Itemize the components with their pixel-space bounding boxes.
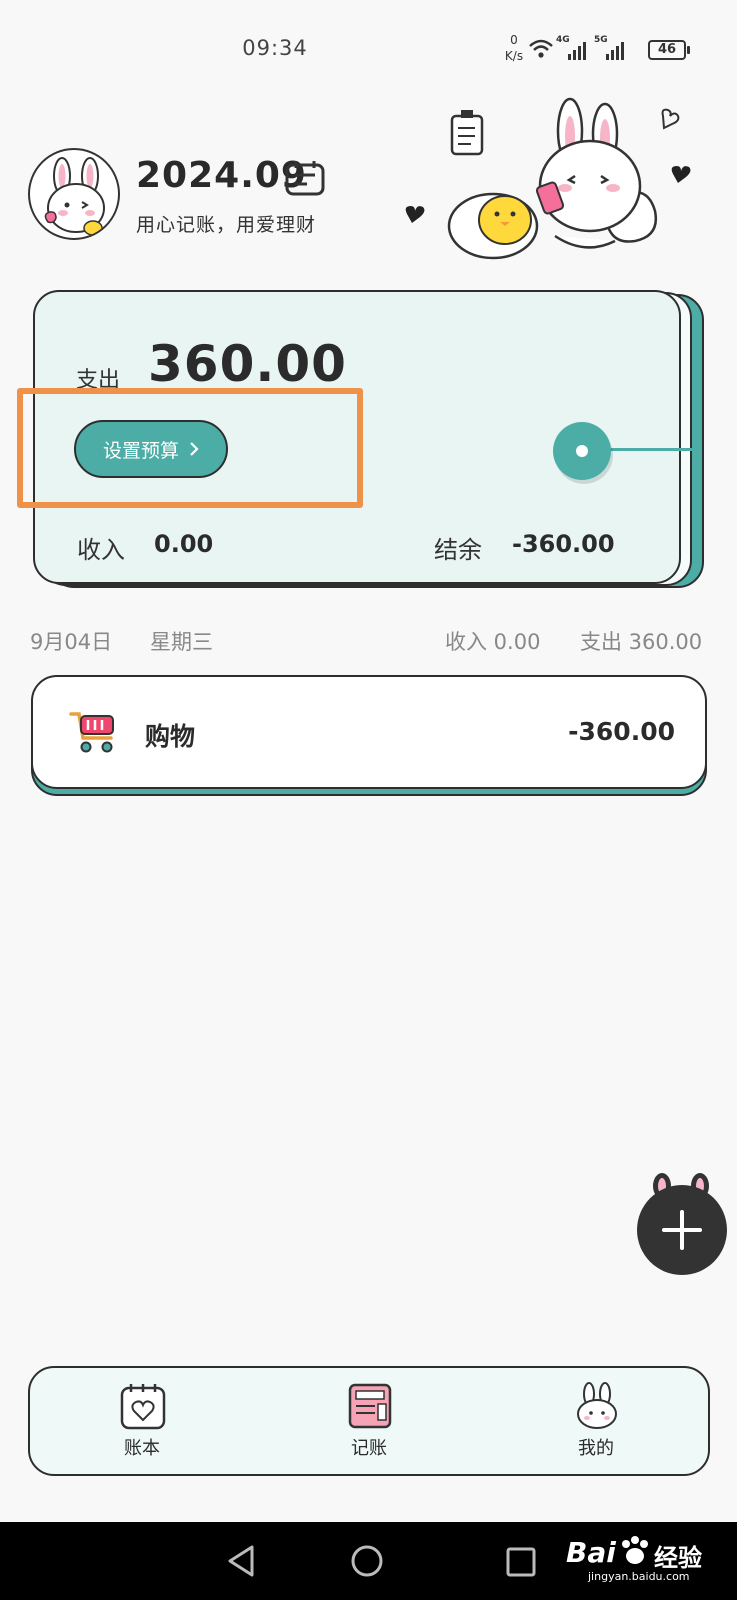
net-speed: 0 K/s <box>504 33 524 63</box>
highlight-box <box>17 388 363 508</box>
status-time: 09:34 <box>242 36 308 60</box>
status-icons: 0 K/s 4G 5G 46 <box>496 32 696 68</box>
expense-total: 360.00 <box>148 335 347 393</box>
back-icon[interactable] <box>226 1544 256 1578</box>
income-total: 0.00 <box>154 530 214 558</box>
shopping-cart-icon <box>69 712 114 753</box>
watermark-url: jingyan.baidu.com <box>588 1570 690 1583</box>
record-amount: -360.00 <box>568 717 675 746</box>
signal-icon <box>568 42 586 60</box>
avatar[interactable] <box>28 148 120 240</box>
nav-item-mine[interactable]: 我的 <box>536 1382 656 1466</box>
day-header: 9月04日 星期三 收入 0.00 支出 360.00 <box>30 626 708 656</box>
income-label: 收入 <box>77 536 125 564</box>
calendar-icon[interactable] <box>285 160 325 196</box>
bottom-nav: 账本 记账 我的 <box>28 1366 710 1476</box>
battery-indicator: 46 <box>648 40 690 60</box>
watermark-brand: Bai <box>566 1536 616 1569</box>
bunny-face-icon <box>577 1382 617 1429</box>
card-ribbon <box>610 448 700 451</box>
home-icon[interactable] <box>350 1544 384 1578</box>
calendar-heart-icon <box>120 1384 166 1430</box>
slogan: 用心记账，用爱理财 <box>136 214 317 236</box>
add-record-button[interactable] <box>636 1172 728 1276</box>
record-item[interactable]: 购物 -360.00 <box>31 675 707 789</box>
month-title[interactable]: 2024.09 <box>136 155 307 196</box>
nav-label: 账本 <box>124 1438 160 1459</box>
watermark-label: 经验 <box>654 1544 702 1572</box>
bunny-illustration-icon <box>405 97 691 260</box>
record-category: 购物 <box>145 722 196 751</box>
nav-item-record[interactable]: 记账 <box>309 1382 429 1466</box>
bunny-avatar-icon <box>44 157 105 236</box>
nav-label: 记账 <box>351 1438 387 1459</box>
notebook-icon <box>348 1383 392 1429</box>
paw-icon <box>622 1536 648 1564</box>
balance-total: -360.00 <box>512 530 615 558</box>
nav-item-ledger[interactable]: 账本 <box>82 1382 202 1466</box>
wifi-icon <box>529 39 553 58</box>
recents-icon[interactable] <box>505 1546 537 1578</box>
day-expense: 支出 360.00 <box>580 630 703 654</box>
day-weekday: 星期三 <box>150 630 213 654</box>
balance-label: 结余 <box>434 536 482 564</box>
baidu-watermark: Bai 经验 jingyan.baidu.com <box>566 1532 736 1583</box>
signal-icon <box>606 42 624 60</box>
card-clasp-icon <box>553 422 611 480</box>
day-date: 9月04日 <box>30 630 113 654</box>
nav-label: 我的 <box>578 1438 614 1459</box>
day-income: 收入 0.00 <box>445 630 541 654</box>
